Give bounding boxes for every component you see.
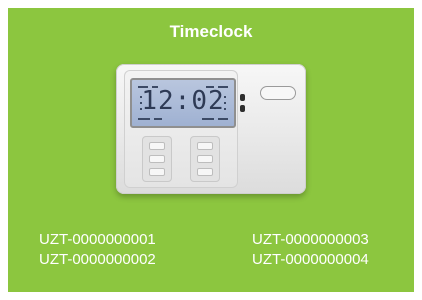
device-lcd-time: 12:02 bbox=[141, 86, 225, 116]
product-codes-right: UZT-0000000003 UZT-0000000004 bbox=[252, 230, 369, 270]
lcd-segment bbox=[152, 86, 158, 88]
side-buttons bbox=[240, 94, 248, 114]
right-button-panel bbox=[190, 136, 220, 182]
device-button bbox=[149, 142, 165, 150]
device-lcd-display: 12:02 bbox=[130, 78, 236, 128]
lcd-dot bbox=[140, 102, 142, 104]
lcd-segment bbox=[202, 118, 214, 120]
lcd-segment bbox=[206, 86, 214, 88]
lcd-segment bbox=[138, 86, 148, 88]
product-code: UZT-0000000001 bbox=[39, 231, 156, 248]
device-button bbox=[197, 168, 213, 176]
device-button bbox=[149, 168, 165, 176]
timeclock-device-image: 12:02 bbox=[116, 64, 306, 194]
lcd-dot bbox=[140, 108, 142, 110]
product-title: Timeclock bbox=[169, 22, 253, 41]
device-button bbox=[149, 155, 165, 163]
brand-logo-icon bbox=[260, 86, 296, 100]
lcd-segment bbox=[138, 118, 150, 120]
lcd-dot bbox=[224, 102, 226, 104]
lcd-dot bbox=[224, 96, 226, 98]
product-code: UZT-0000000002 bbox=[39, 251, 156, 268]
lcd-segment bbox=[218, 86, 228, 88]
device-button bbox=[197, 155, 213, 163]
lcd-dot bbox=[224, 108, 226, 110]
device-faceplate: 12:02 bbox=[124, 70, 238, 188]
product-codes: UZT-0000000001 UZT-0000000002 UZT-000000… bbox=[8, 230, 414, 270]
product-code: UZT-0000000003 bbox=[252, 231, 369, 248]
device-button bbox=[197, 142, 213, 150]
lcd-segment bbox=[154, 118, 162, 120]
lcd-dot bbox=[140, 96, 142, 98]
lcd-segment bbox=[218, 118, 228, 120]
product-card[interactable]: Timeclock 12:02 UZT-0000000001 UZT-00000… bbox=[8, 8, 414, 292]
side-button bbox=[240, 94, 245, 101]
product-codes-left: UZT-0000000001 UZT-0000000002 bbox=[39, 230, 156, 270]
product-code: UZT-0000000004 bbox=[252, 251, 369, 268]
side-button bbox=[240, 105, 245, 112]
left-button-panel bbox=[142, 136, 172, 182]
